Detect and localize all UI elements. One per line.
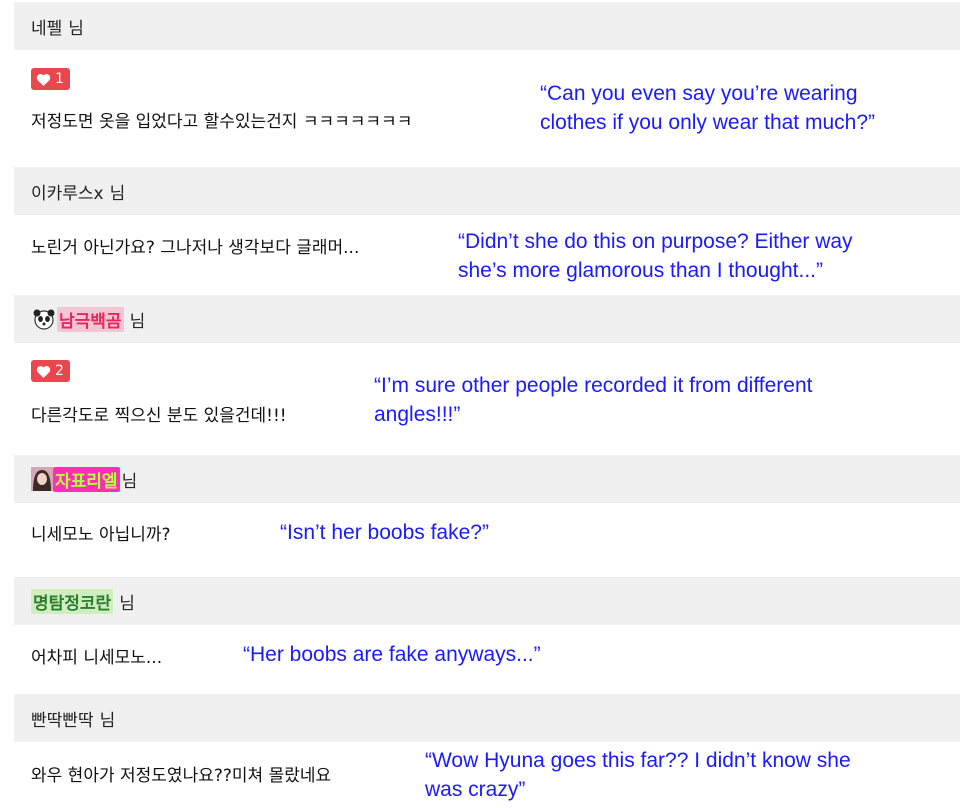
heart-icon [36,365,51,378]
translation-line: “Isn’t her boobs fake?” [280,521,489,544]
comment-text: 어차피 니세모노... [31,648,163,668]
profile-photo-icon [31,467,53,491]
like-count: 2 [55,363,64,379]
heart-icon [36,73,51,86]
translation-line: clothes if you only wear that much?” [540,111,875,134]
comment-text: 저정도면 옷을 입었다고 할수있는건지 ㅋㅋㅋㅋㅋㅋㅋ [31,112,413,132]
comment-translation: “Her boobs are fake anyways...” [243,640,541,669]
translation-line: was crazy” [425,778,526,801]
translation-line: “Can you even say you’re wearing [540,82,858,105]
translation-line: angles!!!” [374,403,461,426]
honorific-suffix: 님 [129,311,146,332]
translation-line: “Wow Hyuna goes this far?? I didn’t know… [425,749,851,772]
comment-author: 명탐정코란 [31,588,114,614]
comment-header: 자표리엘 님 [14,455,960,503]
comment-translation: “Didn’t she do this on purpose? Either w… [458,227,853,285]
comment-header: 남극백곰 님 [14,295,960,343]
comment-author[interactable]: 네펠 [31,14,62,39]
comment-author-image[interactable]: 자표리엘 [31,466,120,492]
translation-line: she’s more glamorous than I thought...” [458,259,823,282]
comment-translation: “Isn’t her boobs fake?” [280,518,489,547]
honorific-suffix: 님 [109,183,126,204]
comment-author: 남극백곰 [57,306,124,332]
translation-line: “Her boobs are fake anyways...” [243,643,541,666]
comment-header: 빤딱빤딱 님 [14,694,960,742]
like-badge[interactable]: 1 [31,68,70,90]
comment-author-image[interactable]: 남극백곰 [31,306,124,332]
comment-header: 이카루스x 님 [14,167,960,215]
comment-text: 노린거 아닌가요? 그나저나 생각보다 글래머... [31,238,360,258]
comment-text: 와우 현아가 저정도였나요??미쳐 몰랐네요 [31,766,332,786]
panda-avatar-icon [33,309,55,330]
comment-author[interactable]: 이카루스x [31,179,104,204]
honorific-suffix: 님 [99,710,116,731]
honorific-suffix: 님 [121,471,138,492]
comment-text: 다른각도로 찍으신 분도 있을건데!!! [31,406,287,426]
comment-author-image[interactable]: 명탐정코란 [31,588,114,614]
comment-translation: “Can you even say you’re wearing clothes… [540,79,875,137]
comment-author: 자표리엘 [53,466,120,492]
comment-author[interactable]: 빤딱빤딱 [31,706,94,731]
honorific-suffix: 님 [68,18,84,39]
comment-translation: “Wow Hyuna goes this far?? I didn’t know… [425,746,851,804]
translation-line: “I’m sure other people recorded it from … [374,374,813,397]
translation-line: “Didn’t she do this on purpose? Either w… [458,230,853,253]
comment-header: 명탐정코란 님 [14,577,960,625]
comment-header: 네펠 님 [14,2,960,50]
comment-translation: “I’m sure other people recorded it from … [374,371,813,429]
comment-text: 니세모노 아닙니까? [31,525,171,545]
like-badge[interactable]: 2 [31,360,70,382]
like-count: 1 [55,71,64,87]
honorific-suffix: 님 [119,593,135,614]
